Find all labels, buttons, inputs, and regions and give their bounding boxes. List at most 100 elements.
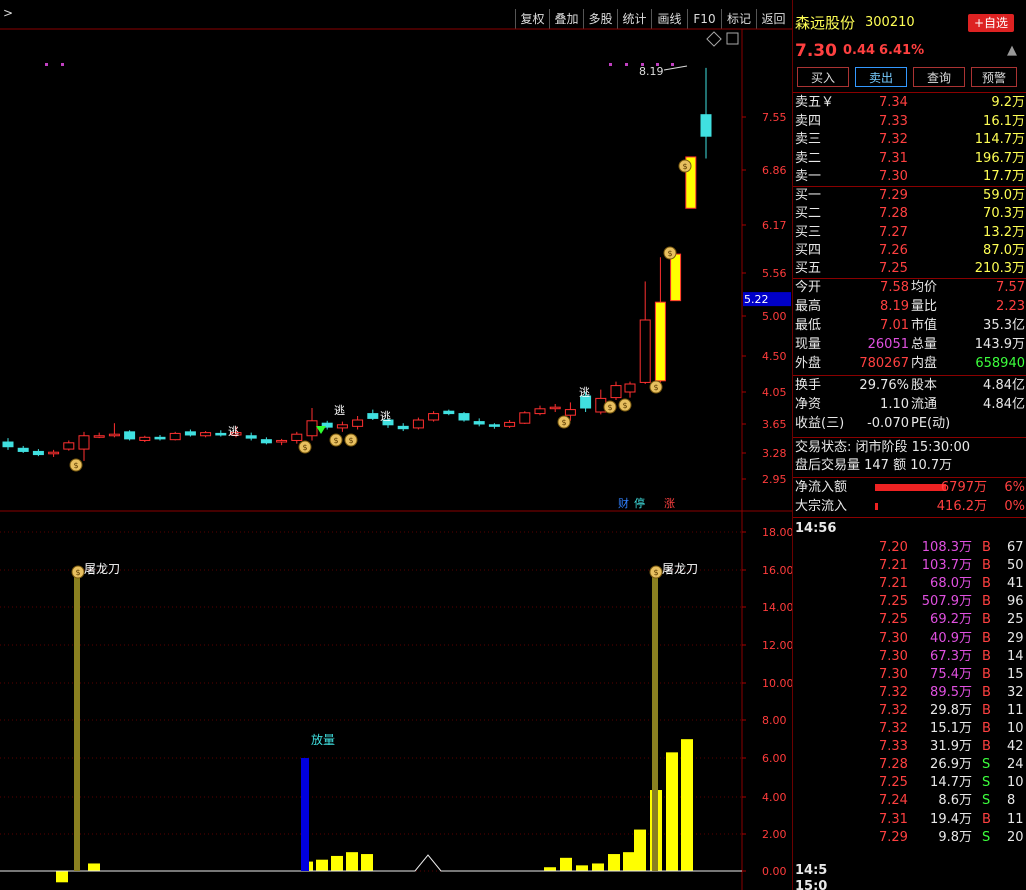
kline-chart-area[interactable]: > 复权 叠加 多股 统计 画线 F10 标记 返回 7.55 6.86 6.17 5.56 5.00… xyxy=(0,0,792,890)
sell-order-row: 卖一 7.30 17.7万 xyxy=(793,168,1026,186)
sell-order-label: 卖五￥ xyxy=(795,95,835,110)
volume-bar xyxy=(634,829,646,871)
volume-bar xyxy=(544,867,556,871)
money-bag-symbol: $ xyxy=(667,249,672,258)
tick-row[interactable]: 7.32 15.1万 B 10 xyxy=(793,720,1026,738)
buy-order-label: 买三 xyxy=(795,224,822,240)
ticks-time: 14:56 xyxy=(795,521,837,536)
tick-volume: 68.0万 xyxy=(930,576,972,592)
tick-volume: 507.9万 xyxy=(921,594,972,610)
tick-row[interactable]: 7.25 507.9万 B 96 xyxy=(793,593,1026,611)
volume-tick-label: 6.00 xyxy=(762,752,787,765)
tick-volume: 9.8万 xyxy=(938,829,972,845)
tick-row[interactable]: 7.30 67.3万 B 14 xyxy=(793,648,1026,666)
fundamental-row: 净资 1.10 流通 4.84亿 xyxy=(793,396,1026,414)
flow-value: 6797万 xyxy=(940,480,987,495)
quote-value: 2.23 xyxy=(996,299,1025,314)
candle-body xyxy=(124,431,136,440)
buy-order-volume: 13.2万 xyxy=(983,224,1025,240)
volume-tick-label: 16.00 xyxy=(762,564,792,577)
fundamental-value: -0.070 xyxy=(867,416,909,431)
volume-tick-label: 2.00 xyxy=(762,828,787,841)
add-favorite-button[interactable]: +自选 xyxy=(968,14,1014,32)
flow-pct: 0% xyxy=(1004,499,1025,514)
buy-order-price: 7.26 xyxy=(879,242,908,258)
buy-order-row: 买二 7.28 70.3万 xyxy=(793,205,1026,223)
tick-row[interactable]: 7.21 103.7万 B 50 xyxy=(793,557,1026,575)
trade-state: 交易状态: 闭市阶段 15:30:00 xyxy=(795,440,971,455)
tick-count: 14 xyxy=(1007,648,1024,664)
price-tick-label: 6.17 xyxy=(762,219,787,232)
quote-label: 内盘 xyxy=(911,356,938,371)
candle-body xyxy=(63,442,75,450)
money-bag-symbol: $ xyxy=(607,403,612,412)
tick-price: 7.25 xyxy=(879,594,908,610)
tick-price: 7.20 xyxy=(879,540,908,555)
price-tick-label: 4.50 xyxy=(762,350,787,363)
tick-row[interactable]: 7.21 68.0万 B 41 xyxy=(793,575,1026,593)
candle-body xyxy=(610,385,622,399)
tick-price: 7.29 xyxy=(879,829,908,845)
trade-button-3[interactable]: 预警 xyxy=(971,67,1017,87)
diamond-icon[interactable] xyxy=(706,31,722,47)
money-bag-symbol: $ xyxy=(333,436,338,445)
tick-row[interactable]: 7.32 89.5万 B 32 xyxy=(793,684,1026,702)
candle-body xyxy=(169,432,181,441)
quote-value: 658940 xyxy=(975,356,1025,371)
sell-order-price: 7.30 xyxy=(879,169,908,184)
quote-value: 7.58 xyxy=(880,280,909,295)
tick-count: 24 xyxy=(1007,757,1024,773)
tick-row[interactable]: 7.25 14.7万 S 10 xyxy=(793,774,1026,792)
candle-body xyxy=(564,409,576,416)
tick-row[interactable]: 7.33 31.9万 B 42 xyxy=(793,738,1026,756)
sell-order-row: 卖二 7.31 196.7万 xyxy=(793,150,1026,168)
flow-bar xyxy=(875,503,878,510)
sell-order-label: 卖四 xyxy=(795,113,822,129)
flow-bar xyxy=(875,484,946,491)
price-tick-label: 3.65 xyxy=(762,418,787,431)
window-icon[interactable] xyxy=(726,32,739,45)
tick-price: 7.25 xyxy=(879,775,908,791)
candle-body xyxy=(458,413,470,421)
price-tick-label: 5.00 xyxy=(762,310,787,323)
signal-dot xyxy=(671,63,674,66)
candle-body xyxy=(245,435,257,439)
trade-button-1[interactable]: 卖出 xyxy=(855,67,907,87)
quote-label: 量比 xyxy=(911,299,938,314)
tick-row[interactable]: 7.20 108.3万 B 67 xyxy=(793,539,1026,557)
trade-button-0[interactable]: 买入 xyxy=(797,67,849,87)
tick-row[interactable]: 7.30 40.9万 B 29 xyxy=(793,630,1026,648)
tick-row[interactable]: 7.31 19.4万 B 11 xyxy=(793,811,1026,829)
price-tick-label: 7.55 xyxy=(762,111,787,124)
candle-body xyxy=(639,319,651,383)
quote-label: 总量 xyxy=(911,337,938,352)
quote-value: 8.19 xyxy=(880,299,909,314)
butcher-label: 屠龙刀 xyxy=(84,562,120,576)
quote-row: 外盘 780267 内盘 658940 xyxy=(793,355,1026,373)
sell-order-volume: 196.7万 xyxy=(974,150,1025,166)
tick-price: 7.32 xyxy=(879,684,908,700)
tick-side: B xyxy=(982,648,991,664)
tick-row[interactable]: 7.30 75.4万 B 15 xyxy=(793,666,1026,684)
fundamental-label: 收益(三) xyxy=(795,416,845,431)
candle-body xyxy=(412,419,424,429)
trade-button-2[interactable]: 查询 xyxy=(913,67,965,87)
tick-side: B xyxy=(982,612,991,628)
signal-dot xyxy=(45,63,48,66)
escape-marker: 逃 xyxy=(380,410,391,423)
stock-name: 森远股份 xyxy=(795,14,856,32)
tick-row[interactable]: 7.29 9.8万 S 20 xyxy=(793,829,1026,847)
bell-icon[interactable]: ▲ xyxy=(1007,40,1017,62)
tick-row[interactable]: 7.24 8.6万 S 8 xyxy=(793,792,1026,810)
quote-label: 市值 xyxy=(911,318,938,333)
sell-order-price: 7.34 xyxy=(879,95,908,110)
tick-count: 50 xyxy=(1007,558,1024,574)
candle-body xyxy=(397,425,409,430)
tick-row[interactable]: 7.25 69.2万 B 25 xyxy=(793,611,1026,629)
signal-bar xyxy=(652,573,658,871)
candle-body xyxy=(654,301,666,382)
tick-row[interactable]: 7.32 29.8万 B 11 xyxy=(793,702,1026,720)
badge-1: 停 xyxy=(634,496,645,510)
kline-svg[interactable]: 7.55 6.86 6.17 5.56 5.00 4.50 4.05 3.65 3.28 2.95… xyxy=(0,0,792,890)
tick-row[interactable]: 7.28 26.9万 S 24 xyxy=(793,756,1026,774)
